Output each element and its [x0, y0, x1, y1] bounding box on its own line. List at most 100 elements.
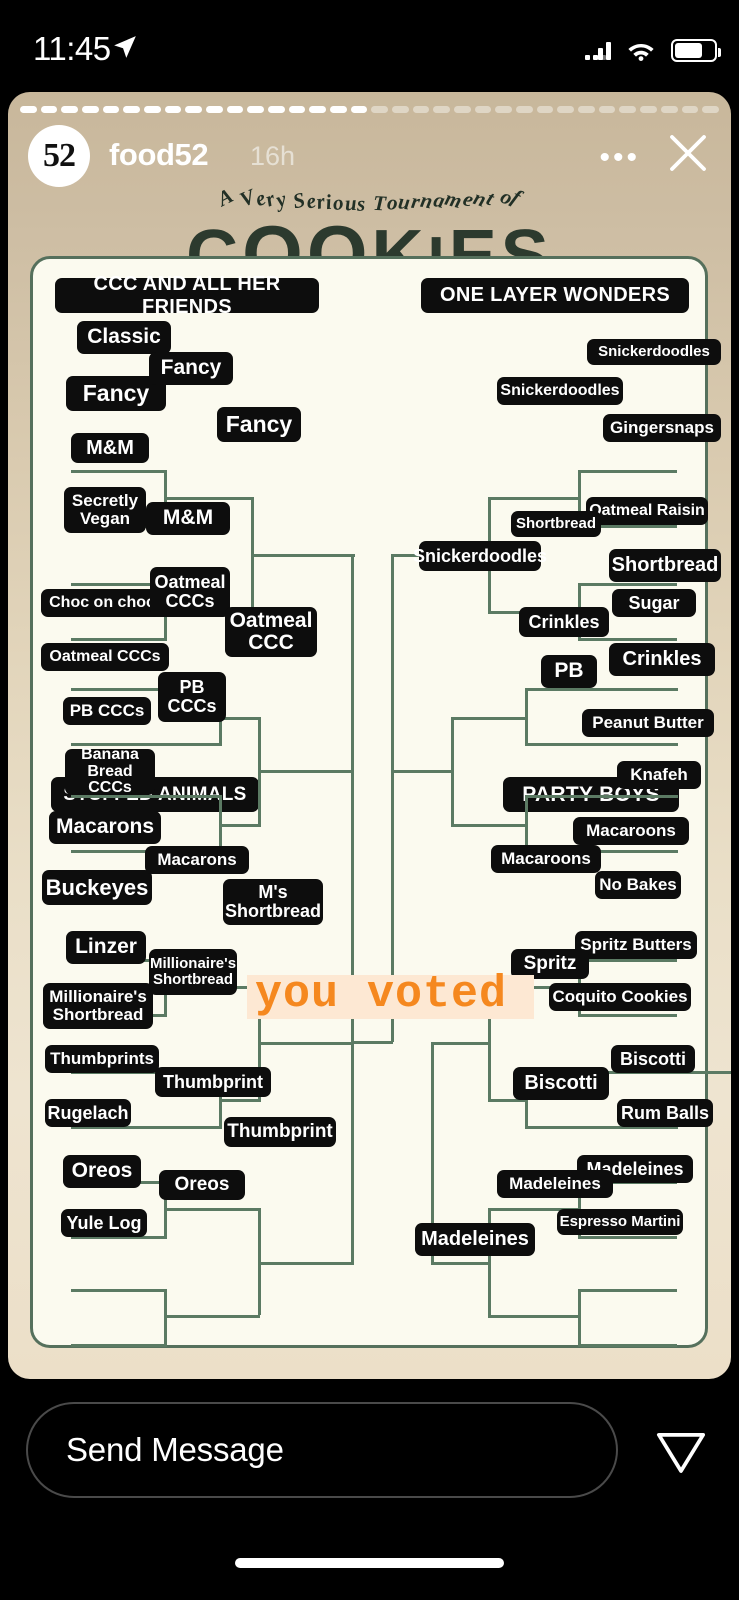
- bracket-connector-line: [71, 638, 167, 641]
- bracket-entry-chip: Espresso Martini: [557, 1209, 683, 1235]
- bracket-entry-chip: No Bakes: [595, 871, 681, 899]
- bracket-entry-chip: M&M: [146, 502, 230, 535]
- battery-icon: [671, 38, 721, 62]
- bracket-entry-chip: Shortbread: [511, 511, 601, 537]
- bracket-connector-line: [164, 1289, 167, 1347]
- bracket-entry-chip: Linzer: [66, 931, 146, 964]
- bracket-entry-chip: Macarons: [145, 846, 249, 874]
- bracket-entry-chip: Snickerdoodles: [413, 541, 547, 571]
- bracket-entry-chip: Banana Bread CCCs: [65, 746, 155, 796]
- send-message-placeholder: Send Message: [66, 1431, 284, 1468]
- wifi-icon: [628, 44, 654, 61]
- bracket-connector-line: [581, 1014, 677, 1017]
- bracket-entry-chip: Gingersnaps: [603, 414, 721, 442]
- bracket-connector-line: [581, 638, 677, 641]
- status-bar-indicators: [585, 38, 721, 62]
- bracket-connector-line: [351, 554, 354, 784]
- bracket-entry-chip: Fancy: [217, 407, 301, 442]
- bracket-entry-chip: Thumbprint: [155, 1067, 271, 1097]
- bracket-connector-line: [71, 1344, 167, 1347]
- bracket-connector-line: [219, 1099, 261, 1102]
- status-bar: 11:45: [0, 0, 739, 92]
- bracket-connector-line: [71, 1289, 167, 1292]
- story-card[interactable]: 52 food52 16h ••• A Very Serious Tournam…: [8, 92, 731, 1379]
- bracket-entry-chip: Snickerdoodles: [497, 377, 623, 405]
- bracket-entry-chip: Crinkles: [609, 643, 715, 676]
- bracket-entry-chip: Fancy: [149, 352, 233, 385]
- bracket-entry-chip: Choc on choc: [41, 589, 163, 617]
- bracket-entry-chip: Buckeyes: [42, 870, 152, 905]
- bracket-connector-line: [351, 1042, 354, 1262]
- bracket-entry-chip: Peanut Butter: [582, 709, 714, 737]
- bracket-entry-chip: Sugar: [612, 589, 696, 617]
- bracket-connector-line: [581, 1236, 677, 1239]
- bracket-entry-chip: Oreos: [159, 1170, 245, 1200]
- bracket-entry-chip: Thumbprint: [224, 1117, 336, 1147]
- bracket-entry-chip: Thumbprints: [45, 1045, 159, 1073]
- reply-bar: Send Message: [0, 1390, 739, 1520]
- status-bar-time: 11:45: [33, 30, 111, 67]
- you-voted-sticker: you voted: [247, 969, 534, 1020]
- bracket-entry-chip: Rum Balls: [617, 1099, 713, 1127]
- bracket-connector-line: [528, 743, 678, 746]
- cellular-signal-icon: [585, 40, 611, 60]
- bracket-entry-chip: Millionaire's Shortbread: [43, 983, 153, 1029]
- bracket-connector-line: [431, 1262, 491, 1265]
- bracket-connector-line: [581, 470, 677, 473]
- bracket-connector-line: [581, 1289, 677, 1292]
- bracket-connector-line: [528, 795, 678, 798]
- bracket-entry-chip: Spritz Butters: [575, 931, 697, 959]
- bracket-region-header: ONE LAYER WONDERS: [421, 278, 689, 313]
- bracket-connector-line: [351, 1041, 373, 1044]
- bracket-entry-chip: M&M: [71, 433, 149, 463]
- home-indicator: [235, 1558, 504, 1568]
- location-arrow-icon: [114, 36, 136, 58]
- bracket-entry-chip: Shortbread: [609, 549, 721, 582]
- bracket-connector-line: [71, 470, 167, 473]
- bracket-entry-chip: PB CCCs: [158, 672, 226, 722]
- bracket-connector-line: [219, 824, 261, 827]
- bracket-connector-line: [164, 1208, 260, 1211]
- bracket-entry-chip: Millionaire's Shortbread: [149, 949, 237, 995]
- bracket-connector-line: [431, 1042, 491, 1045]
- bracket-connector-line: [581, 1344, 677, 1347]
- bracket-connector-line: [258, 770, 354, 773]
- bracket-region-header: CCC AND ALL HER FRIENDS: [55, 273, 319, 318]
- bracket-connector-line: [451, 717, 528, 720]
- bracket-entry-chip: Yule Log: [61, 1209, 147, 1237]
- send-message-input[interactable]: Send Message: [26, 1402, 618, 1498]
- bracket-entry-chip: Madeleines: [497, 1170, 613, 1198]
- bracket-connector-line: [258, 1042, 354, 1045]
- bracket-connector-line: [258, 1262, 354, 1265]
- bracket-entry-chip: Knafeh: [617, 761, 701, 789]
- bracket-entry-chip: Rugelach: [45, 1099, 131, 1127]
- bracket-connector-line: [164, 497, 254, 500]
- bracket-connector-line: [164, 1315, 260, 1318]
- bracket-connector-line: [373, 1041, 393, 1044]
- bracket-entry-chip: Macarons: [49, 811, 161, 844]
- bracket-entry-chip: Classic: [77, 321, 171, 354]
- bracket-entry-chip: PB CCCs: [63, 697, 151, 725]
- bracket-entry-chip: Oatmeal Raisin: [586, 497, 708, 525]
- bracket-entry-chip: Biscotti: [611, 1045, 695, 1073]
- bracket-connector-line: [578, 1289, 581, 1347]
- bracket-connector-line: [581, 959, 677, 962]
- bracket-connector-line: [488, 1315, 581, 1318]
- bracket-entry-chip: Macaroons: [573, 817, 689, 845]
- bracket-connector-line: [251, 554, 355, 557]
- bracket-connector-line: [581, 583, 677, 586]
- bracket-connector-line: [391, 770, 454, 773]
- bracket-entry-chip: Coquito Cookies: [549, 983, 691, 1011]
- bracket-entry-chip: Crinkles: [519, 607, 609, 637]
- bracket-entry-chip: Secretly Vegan: [64, 487, 146, 533]
- bracket-entry-chip: Oreos: [63, 1155, 141, 1188]
- bracket-connector-line: [391, 554, 394, 784]
- bracket-entry-chip: Oatmeal CCCs: [150, 567, 230, 617]
- bracket-entry-chip: Macaroons: [491, 845, 601, 873]
- bracket-entry-chip: Snickerdoodles: [587, 339, 721, 365]
- bracket-connector-line: [528, 688, 678, 691]
- share-paper-plane-icon[interactable]: [653, 1422, 709, 1478]
- bracket-connector-line: [488, 497, 581, 500]
- bracket-entry-chip: PB: [541, 655, 597, 688]
- bracket-connector-line: [451, 824, 528, 827]
